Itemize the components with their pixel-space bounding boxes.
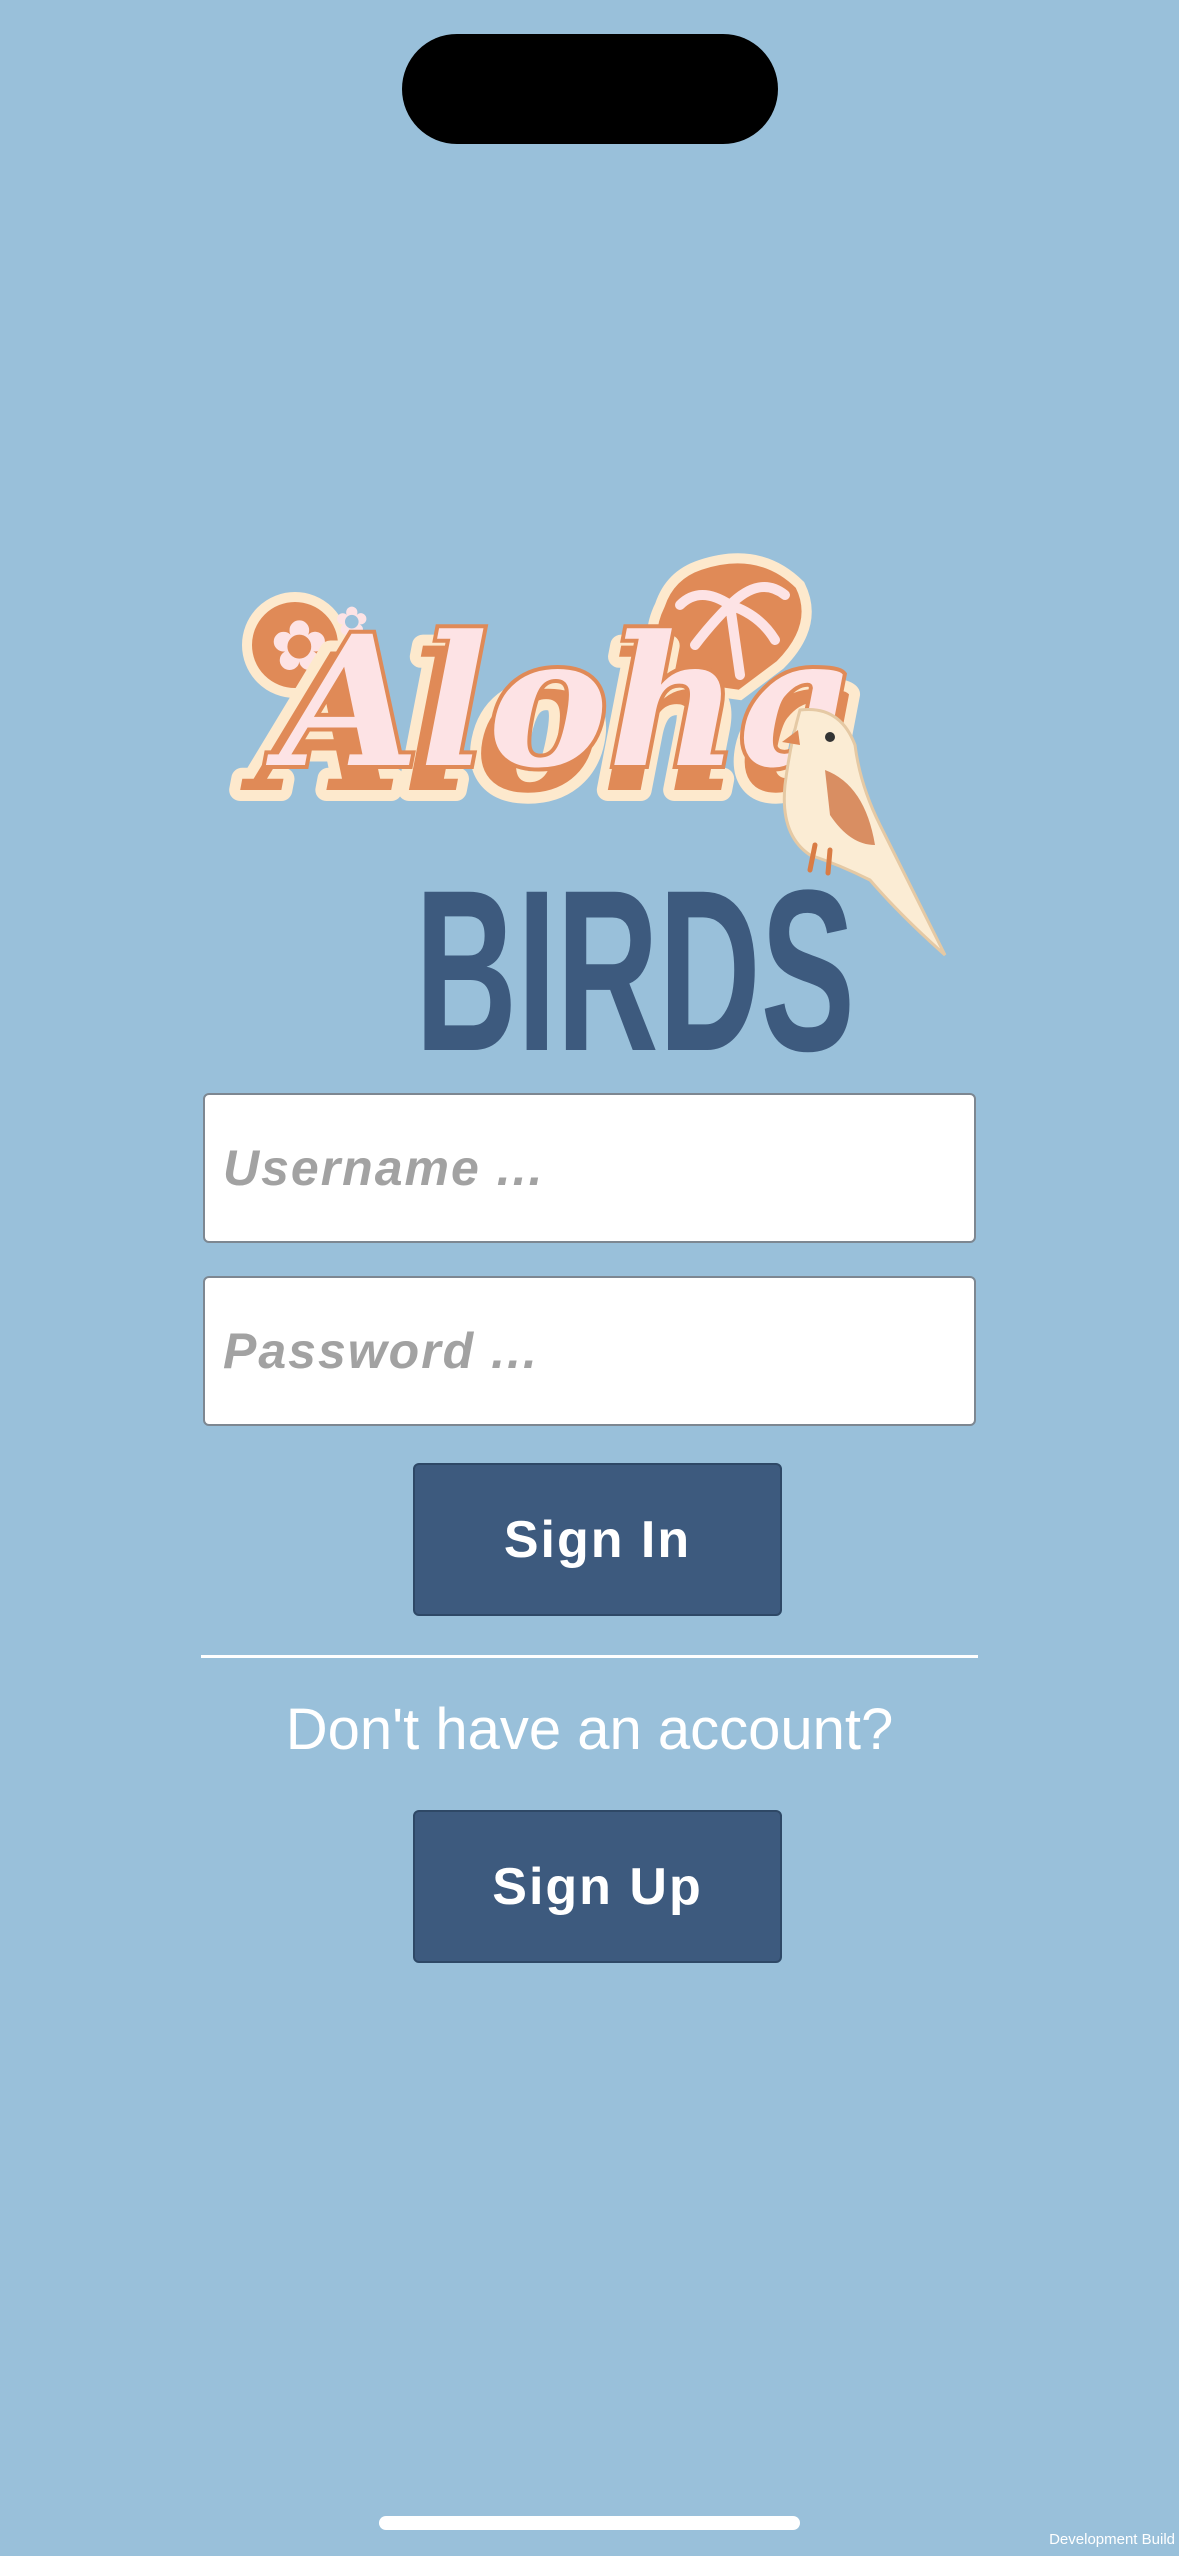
account-prompt: Don't have an account? [285, 1697, 894, 1762]
sign-up-button[interactable]: Sign Up [413, 1810, 782, 1963]
home-indicator[interactable] [379, 2516, 800, 2530]
dynamic-island [402, 34, 778, 144]
sign-in-button[interactable]: Sign In [413, 1463, 782, 1616]
logo-script-text: Aloha [265, 597, 856, 808]
divider [201, 1655, 978, 1658]
username-field[interactable] [203, 1093, 976, 1243]
app-logo: ✿ ✿ Aloha Aloha BIRDS [200, 545, 960, 1085]
password-field[interactable] [203, 1276, 976, 1426]
logo-block-text: BIRDS [415, 842, 855, 1085]
development-build-label: Development Build [1049, 2531, 1175, 2548]
